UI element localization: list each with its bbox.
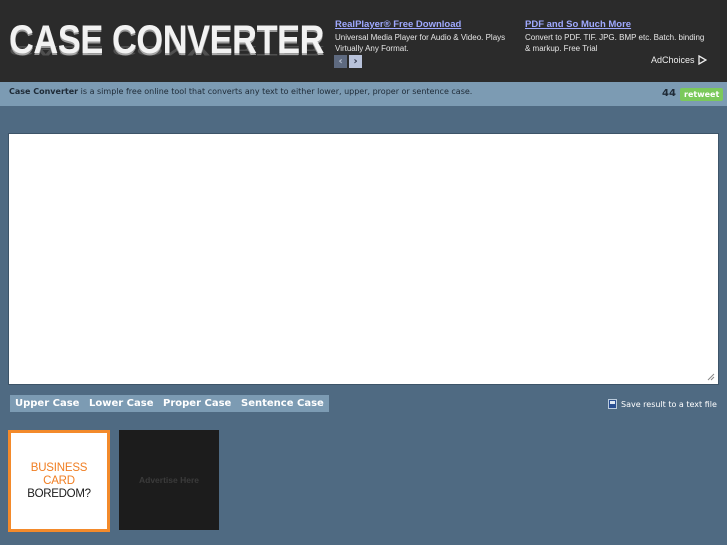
site-name: Case Converter bbox=[9, 87, 79, 96]
ad-next-button[interactable]: › bbox=[349, 55, 362, 68]
adchoices-play-icon bbox=[697, 55, 707, 65]
floppy-disk-icon bbox=[608, 399, 617, 409]
info-bar: Case Converter is a simple free online t… bbox=[0, 82, 727, 106]
ad-2-text: Convert to PDF. TIF. JPG. BMP etc. Batch… bbox=[525, 33, 705, 53]
header: CASE CONVERTER CASE CONVERTER RealPlayer… bbox=[0, 0, 727, 82]
retweet-button[interactable]: retweet bbox=[680, 88, 724, 101]
save-to-file-label: Save result to a text file bbox=[621, 399, 717, 409]
site-logo-reflection: CASE CONVERTER bbox=[9, 42, 325, 58]
sentence-case-button[interactable]: Sentence Case bbox=[236, 395, 329, 412]
chevron-left-icon: ‹ bbox=[338, 56, 343, 67]
site-description: Case Converter is a simple free online t… bbox=[9, 87, 472, 96]
retweet-count: 44 bbox=[662, 88, 676, 99]
ad-unit-2: PDF and So Much More Convert to PDF. TIF… bbox=[525, 19, 705, 54]
upper-case-button[interactable]: Upper Case bbox=[10, 395, 85, 412]
proper-case-button[interactable]: Proper Case bbox=[158, 395, 237, 412]
banner-line-2: CARD bbox=[43, 474, 75, 487]
ad-prev-button[interactable]: ‹ bbox=[334, 55, 347, 68]
banner-line-1: BUSINESS bbox=[30, 461, 88, 474]
banner-line-3: BOREDOM? bbox=[27, 487, 91, 500]
save-to-file-link[interactable]: Save result to a text file bbox=[608, 399, 717, 409]
business-card-banner[interactable]: BUSINESS CARD BOREDOM? bbox=[8, 430, 110, 532]
advertise-here-banner[interactable]: Advertise Here bbox=[119, 430, 219, 530]
chevron-right-icon: › bbox=[353, 56, 358, 67]
ad-unit-1: RealPlayer® Free Download Universal Medi… bbox=[335, 19, 520, 54]
resize-grip-icon[interactable] bbox=[707, 373, 715, 381]
adchoices-link[interactable]: AdChoices bbox=[651, 55, 707, 65]
ad-navigation: ‹ › bbox=[334, 55, 362, 68]
text-input-area[interactable] bbox=[8, 133, 719, 385]
adchoices-label: AdChoices bbox=[651, 55, 695, 65]
ad-1-title-link[interactable]: RealPlayer® Free Download bbox=[335, 19, 520, 30]
ad-1-text: Universal Media Player for Audio & Video… bbox=[335, 33, 506, 53]
lower-case-button[interactable]: Lower Case bbox=[84, 395, 159, 412]
ad-2-title-link[interactable]: PDF and So Much More bbox=[525, 19, 705, 30]
advertise-here-label: Advertise Here bbox=[138, 475, 199, 485]
site-description-text: is a simple free online tool that conver… bbox=[78, 87, 473, 96]
